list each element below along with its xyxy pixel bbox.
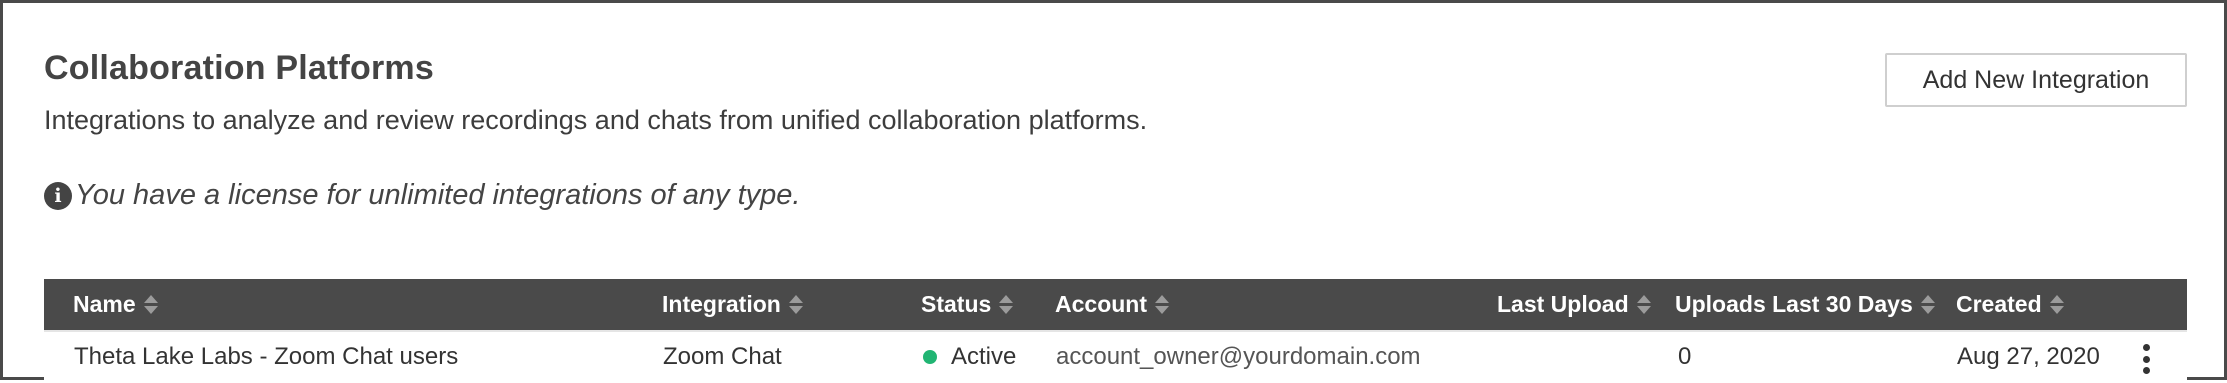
sort-icon <box>1155 295 1169 314</box>
add-new-integration-button[interactable]: Add New Integration <box>1885 53 2187 107</box>
table-row[interactable]: Theta Lake Labs - Zoom Chat users Zoom C… <box>44 330 2187 383</box>
sort-icon <box>1920 295 1935 314</box>
sort-icon <box>788 295 803 314</box>
column-label-last-upload: Last Upload <box>1497 291 1629 317</box>
cell-status: Active <box>923 332 1016 382</box>
sort-icon <box>1636 295 1651 314</box>
license-text: You have a license for unlimited integra… <box>75 179 801 211</box>
column-header-name[interactable]: Name <box>73 279 158 330</box>
cell-created: Aug 27, 2020 <box>1957 343 2100 370</box>
sort-icon <box>999 295 1014 314</box>
column-label-account: Account <box>1055 291 1147 317</box>
column-label-created: Created <box>1956 291 2042 317</box>
cell-integration: Zoom Chat <box>663 343 782 370</box>
status-active-dot <box>923 350 937 364</box>
column-header-account[interactable]: Account <box>1055 279 1169 330</box>
status-label: Active <box>951 343 1017 370</box>
table-header: Name Integration Status Account Last Upl… <box>44 279 2187 330</box>
license-notice: i You have a license for unlimited integ… <box>44 179 800 212</box>
page-title: Collaboration Platforms <box>44 49 434 87</box>
column-header-status[interactable]: Status <box>921 279 1014 330</box>
info-circle-icon: i <box>44 181 72 210</box>
column-label-integration: Integration <box>662 291 781 317</box>
sort-icon <box>143 295 158 314</box>
column-header-last-upload[interactable]: Last Upload <box>1497 279 1651 330</box>
column-label-name: Name <box>73 291 136 317</box>
column-header-integration[interactable]: Integration <box>662 279 803 330</box>
sort-icon <box>2049 295 2064 314</box>
page-subtitle: Integrations to analyze and review recor… <box>44 105 1148 135</box>
column-header-uploads-last-30-days[interactable]: Uploads Last 30 Days <box>1675 279 1935 330</box>
cell-account: account_owner@yourdomain.com <box>1056 343 1421 370</box>
column-label-status: Status <box>921 291 992 317</box>
column-label-uploads-last-30-days: Uploads Last 30 Days <box>1675 291 1913 317</box>
integrations-panel: Collaboration Platforms Integrations to … <box>0 0 2227 383</box>
more-vertical-icon[interactable] <box>2134 342 2158 376</box>
column-header-created[interactable]: Created <box>1956 279 2064 330</box>
cell-name: Theta Lake Labs - Zoom Chat users <box>74 343 459 370</box>
cell-uploads-last-30-days: 0 <box>1678 343 1692 370</box>
